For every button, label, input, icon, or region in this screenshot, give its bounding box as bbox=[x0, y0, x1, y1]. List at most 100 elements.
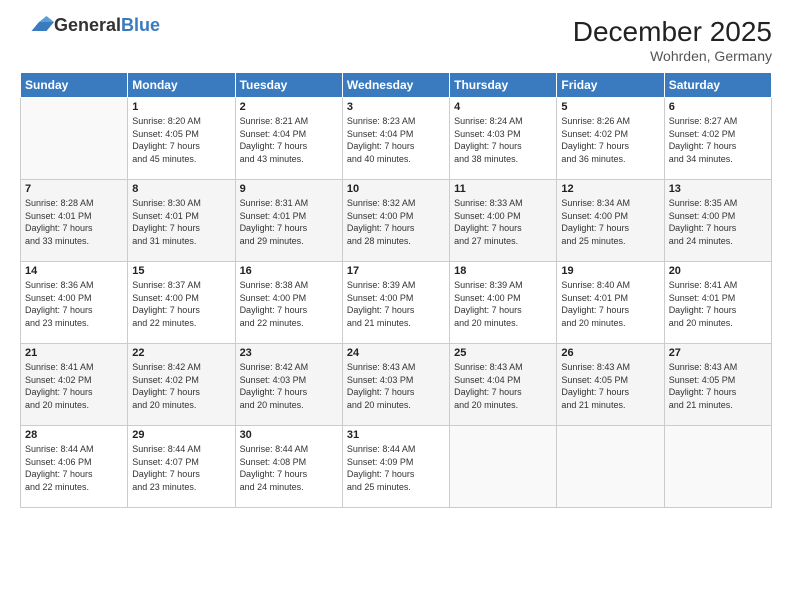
month-year: December 2025 bbox=[573, 16, 772, 48]
day-number: 28 bbox=[25, 429, 123, 441]
cell-w5-d6 bbox=[664, 426, 771, 508]
cell-w3-d1: 15 Sunrise: 8:37 AM Sunset: 4:00 PM Dayli… bbox=[128, 262, 235, 344]
week-row-5: 28 Sunrise: 8:44 AM Sunset: 4:06 PM Dayli… bbox=[21, 426, 772, 508]
day-info: Sunrise: 8:20 AM Sunset: 4:05 PM Dayligh… bbox=[132, 115, 230, 165]
day-number: 2 bbox=[240, 101, 338, 113]
day-number: 5 bbox=[561, 101, 659, 113]
header: GeneralBlue December 2025 Wohrden, Germa… bbox=[20, 16, 772, 64]
day-number: 23 bbox=[240, 347, 338, 359]
day-number: 17 bbox=[347, 265, 445, 277]
week-row-1: 1 Sunrise: 8:20 AM Sunset: 4:05 PM Daylig… bbox=[21, 98, 772, 180]
day-number: 18 bbox=[454, 265, 552, 277]
day-number: 21 bbox=[25, 347, 123, 359]
day-number: 4 bbox=[454, 101, 552, 113]
cell-w2-d3: 10 Sunrise: 8:32 AM Sunset: 4:00 PM Dayli… bbox=[342, 180, 449, 262]
day-number: 1 bbox=[132, 101, 230, 113]
cell-w3-d5: 19Sunrise: 8:40 AM Sunset: 4:01 PM Dayli… bbox=[557, 262, 664, 344]
day-info: Sunrise: 8:39 AM Sunset: 4:00 PM Dayligh… bbox=[347, 279, 445, 329]
col-sunday: Sunday bbox=[21, 73, 128, 98]
day-info: Sunrise: 8:23 AM Sunset: 4:04 PM Dayligh… bbox=[347, 115, 445, 165]
day-info: Sunrise: 8:41 AM Sunset: 4:01 PM Dayligh… bbox=[669, 279, 767, 329]
day-info: Sunrise: 8:35 AM Sunset: 4:00 PM Dayligh… bbox=[669, 197, 767, 247]
day-number: 26 bbox=[561, 347, 659, 359]
col-saturday: Saturday bbox=[664, 73, 771, 98]
cell-w4-d0: 21 Sunrise: 8:41 AM Sunset: 4:02 PM Dayli… bbox=[21, 344, 128, 426]
cell-w5-d4 bbox=[450, 426, 557, 508]
cell-w4-d3: 24 Sunrise: 8:43 AM Sunset: 4:03 PM Dayli… bbox=[342, 344, 449, 426]
logo-icon bbox=[24, 16, 54, 34]
day-info: Sunrise: 8:44 AM Sunset: 4:08 PM Dayligh… bbox=[240, 443, 338, 493]
col-thursday: Thursday bbox=[450, 73, 557, 98]
location: Wohrden, Germany bbox=[573, 48, 772, 64]
day-info: Sunrise: 8:43 AM Sunset: 4:05 PM Dayligh… bbox=[561, 361, 659, 411]
day-number: 7 bbox=[25, 183, 123, 195]
cell-w4-d1: 22 Sunrise: 8:42 AM Sunset: 4:02 PM Dayli… bbox=[128, 344, 235, 426]
day-info: Sunrise: 8:36 AM Sunset: 4:00 PM Dayligh… bbox=[25, 279, 123, 329]
day-info: Sunrise: 8:44 AM Sunset: 4:07 PM Dayligh… bbox=[132, 443, 230, 493]
cell-w3-d2: 16 Sunrise: 8:38 AM Sunset: 4:00 PM Dayli… bbox=[235, 262, 342, 344]
col-monday: Monday bbox=[128, 73, 235, 98]
day-number: 15 bbox=[132, 265, 230, 277]
day-number: 12 bbox=[561, 183, 659, 195]
cell-w2-d0: 7Sunrise: 8:28 AM Sunset: 4:01 PM Daylig… bbox=[21, 180, 128, 262]
day-info: Sunrise: 8:37 AM Sunset: 4:00 PM Dayligh… bbox=[132, 279, 230, 329]
day-info: Sunrise: 8:40 AM Sunset: 4:01 PM Dayligh… bbox=[561, 279, 659, 329]
logo: GeneralBlue bbox=[20, 16, 160, 34]
day-info: Sunrise: 8:21 AM Sunset: 4:04 PM Dayligh… bbox=[240, 115, 338, 165]
day-info: Sunrise: 8:24 AM Sunset: 4:03 PM Dayligh… bbox=[454, 115, 552, 165]
cell-w2-d6: 13 Sunrise: 8:35 AM Sunset: 4:00 PM Dayli… bbox=[664, 180, 771, 262]
day-info: Sunrise: 8:34 AM Sunset: 4:00 PM Dayligh… bbox=[561, 197, 659, 247]
col-friday: Friday bbox=[557, 73, 664, 98]
cell-w3-d6: 20Sunrise: 8:41 AM Sunset: 4:01 PM Dayli… bbox=[664, 262, 771, 344]
logo-text: GeneralBlue bbox=[54, 16, 160, 34]
cell-w1-d5: 5 Sunrise: 8:26 AM Sunset: 4:02 PM Daylig… bbox=[557, 98, 664, 180]
cell-w2-d2: 9Sunrise: 8:31 AM Sunset: 4:01 PM Daylig… bbox=[235, 180, 342, 262]
cell-w1-d6: 6 Sunrise: 8:27 AM Sunset: 4:02 PM Daylig… bbox=[664, 98, 771, 180]
day-number: 24 bbox=[347, 347, 445, 359]
cell-w1-d2: 2 Sunrise: 8:21 AM Sunset: 4:04 PM Daylig… bbox=[235, 98, 342, 180]
day-info: Sunrise: 8:32 AM Sunset: 4:00 PM Dayligh… bbox=[347, 197, 445, 247]
day-info: Sunrise: 8:38 AM Sunset: 4:00 PM Dayligh… bbox=[240, 279, 338, 329]
day-info: Sunrise: 8:42 AM Sunset: 4:02 PM Dayligh… bbox=[132, 361, 230, 411]
cell-w1-d3: 3 Sunrise: 8:23 AM Sunset: 4:04 PM Daylig… bbox=[342, 98, 449, 180]
day-info: Sunrise: 8:41 AM Sunset: 4:02 PM Dayligh… bbox=[25, 361, 123, 411]
day-number: 3 bbox=[347, 101, 445, 113]
day-info: Sunrise: 8:33 AM Sunset: 4:00 PM Dayligh… bbox=[454, 197, 552, 247]
day-info: Sunrise: 8:26 AM Sunset: 4:02 PM Dayligh… bbox=[561, 115, 659, 165]
title-block: December 2025 Wohrden, Germany bbox=[573, 16, 772, 64]
cell-w4-d4: 25 Sunrise: 8:43 AM Sunset: 4:04 PM Dayli… bbox=[450, 344, 557, 426]
day-info: Sunrise: 8:44 AM Sunset: 4:09 PM Dayligh… bbox=[347, 443, 445, 493]
day-number: 6 bbox=[669, 101, 767, 113]
cell-w1-d4: 4 Sunrise: 8:24 AM Sunset: 4:03 PM Daylig… bbox=[450, 98, 557, 180]
col-tuesday: Tuesday bbox=[235, 73, 342, 98]
day-info: Sunrise: 8:39 AM Sunset: 4:00 PM Dayligh… bbox=[454, 279, 552, 329]
day-number: 8 bbox=[132, 183, 230, 195]
day-number: 13 bbox=[669, 183, 767, 195]
week-row-3: 14 Sunrise: 8:36 AM Sunset: 4:00 PM Dayli… bbox=[21, 262, 772, 344]
calendar-table: Sunday Monday Tuesday Wednesday Thursday… bbox=[20, 72, 772, 508]
day-number: 9 bbox=[240, 183, 338, 195]
day-info: Sunrise: 8:43 AM Sunset: 4:03 PM Dayligh… bbox=[347, 361, 445, 411]
cell-w5-d2: 30 Sunrise: 8:44 AM Sunset: 4:08 PM Dayli… bbox=[235, 426, 342, 508]
day-info: Sunrise: 8:27 AM Sunset: 4:02 PM Dayligh… bbox=[669, 115, 767, 165]
day-number: 14 bbox=[25, 265, 123, 277]
cell-w5-d3: 31 Sunrise: 8:44 AM Sunset: 4:09 PM Dayli… bbox=[342, 426, 449, 508]
day-number: 16 bbox=[240, 265, 338, 277]
day-number: 22 bbox=[132, 347, 230, 359]
day-info: Sunrise: 8:43 AM Sunset: 4:05 PM Dayligh… bbox=[669, 361, 767, 411]
day-number: 29 bbox=[132, 429, 230, 441]
col-wednesday: Wednesday bbox=[342, 73, 449, 98]
day-number: 30 bbox=[240, 429, 338, 441]
cell-w4-d2: 23 Sunrise: 8:42 AM Sunset: 4:03 PM Dayli… bbox=[235, 344, 342, 426]
day-info: Sunrise: 8:44 AM Sunset: 4:06 PM Dayligh… bbox=[25, 443, 123, 493]
day-number: 25 bbox=[454, 347, 552, 359]
cell-w4-d5: 26 Sunrise: 8:43 AM Sunset: 4:05 PM Dayli… bbox=[557, 344, 664, 426]
day-info: Sunrise: 8:43 AM Sunset: 4:04 PM Dayligh… bbox=[454, 361, 552, 411]
day-number: 10 bbox=[347, 183, 445, 195]
day-number: 31 bbox=[347, 429, 445, 441]
cell-w1-d1: 1 Sunrise: 8:20 AM Sunset: 4:05 PM Daylig… bbox=[128, 98, 235, 180]
cell-w5-d5 bbox=[557, 426, 664, 508]
cell-w3-d3: 17 Sunrise: 8:39 AM Sunset: 4:00 PM Dayli… bbox=[342, 262, 449, 344]
day-info: Sunrise: 8:42 AM Sunset: 4:03 PM Dayligh… bbox=[240, 361, 338, 411]
week-row-4: 21 Sunrise: 8:41 AM Sunset: 4:02 PM Dayli… bbox=[21, 344, 772, 426]
